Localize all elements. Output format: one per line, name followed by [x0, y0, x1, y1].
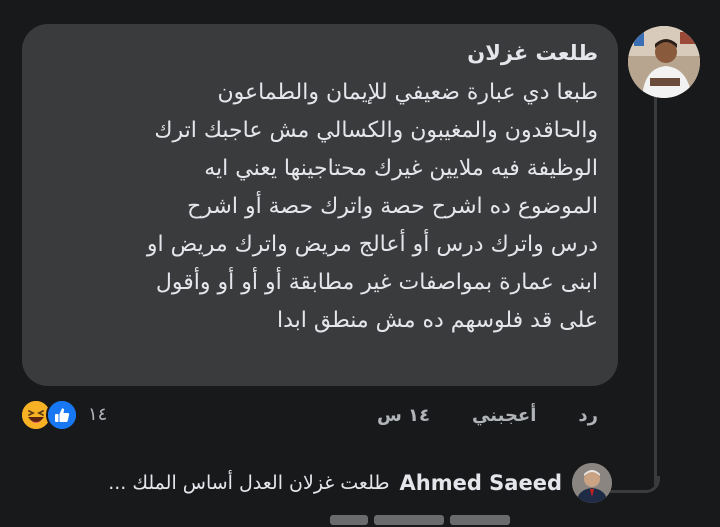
reply-author[interactable]: Ahmed Saeed [400, 471, 562, 495]
thread-connector [610, 476, 660, 493]
reaction-icons [20, 399, 78, 431]
thread-line [654, 96, 657, 486]
comment-author[interactable]: طلعت غزلان [46, 36, 598, 70]
reaction-count: ١٤ [88, 403, 108, 425]
reply-preview[interactable]: Ahmed Saeed طلعت غزلان العدل أساس الملك … [60, 462, 612, 504]
comment-line: الوظيفة فيه ملايين غيرك محتاجينها يعني ا… [204, 156, 598, 181]
reply-avatar[interactable] [572, 463, 612, 503]
comment-line: الموضوع ده اشرح حصة واترك حصة أو اشرح [187, 194, 598, 219]
reply-avatar-photo [572, 463, 612, 503]
commenter-avatar[interactable] [628, 26, 700, 98]
reaction-summary[interactable]: ١٤ [20, 398, 108, 431]
comment-line: ابنى عمارة بمواصفات غير مطابقة أو أو أو … [155, 270, 598, 295]
comment-line: درس واترك درس أو أعالج مريض واترك مريض ا… [146, 232, 598, 257]
comment-line: طبعا دي عبارة ضعيفي للإيمان والطماعون [217, 80, 598, 105]
avatar-photo [628, 26, 700, 98]
like-button[interactable]: أعجبني [472, 405, 536, 426]
comment-text: طبعا دي عبارة ضعيفي للإيمان والطماعون وا… [46, 74, 598, 340]
next-content-peek [330, 515, 570, 527]
comment-timestamp[interactable]: ١٤ س [377, 405, 430, 426]
reply-text: طلعت غزلان العدل أساس الملك ... [108, 472, 390, 494]
reply-button[interactable]: رد [578, 405, 598, 426]
comment-line: على قد فلوسهم ده مش منطق ابدا [276, 308, 598, 333]
comment-line: والحاقدون والمغيبون والكسالي مش عاجبك ات… [154, 118, 598, 143]
comment-actions: ١٤ س أعجبني رد [377, 400, 598, 430]
like-icon [46, 399, 78, 431]
comment-bubble: طلعت غزلان طبعا دي عبارة ضعيفي للإيمان و… [22, 24, 618, 386]
